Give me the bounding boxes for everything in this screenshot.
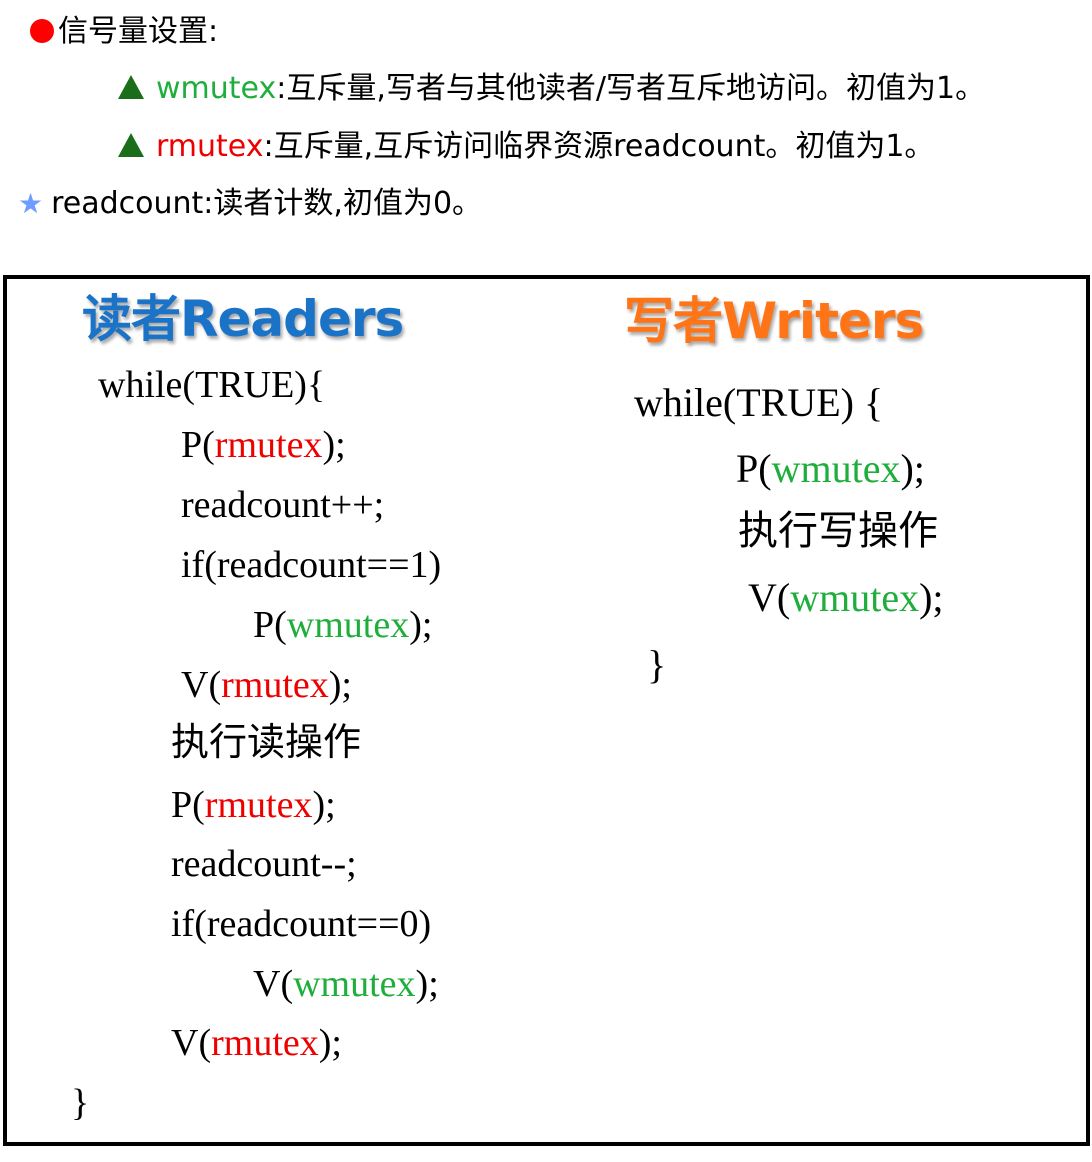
triangle-bullet-icon xyxy=(118,133,144,157)
readers-p-rmutex-2: P(rmutex); xyxy=(171,784,336,826)
readers-decrement: readcount--; xyxy=(171,843,357,885)
writers-close-brace: } xyxy=(647,642,667,687)
readers-if-first: if(readcount==1) xyxy=(181,544,442,586)
star-bullet-icon: ★ xyxy=(18,187,44,220)
readers-p-wmutex: P(wmutex); xyxy=(253,604,433,646)
readers-increment: readcount++; xyxy=(181,484,385,526)
readers-v-rmutex-1: V(rmutex); xyxy=(181,664,352,706)
writers-do-write: 执行写操作 xyxy=(738,508,938,553)
intro-title-line: 信号量设置: xyxy=(30,14,218,50)
readers-close-brace: } xyxy=(71,1082,90,1124)
writers-v-wmutex: V(wmutex); xyxy=(748,575,944,620)
readers-v-rmutex-2: V(rmutex); xyxy=(171,1022,342,1064)
triangle-bullet-icon xyxy=(118,75,144,99)
intro-title: 信号量设置: xyxy=(58,14,219,49)
readers-if-last: if(readcount==0) xyxy=(171,903,432,945)
writers-p-wmutex: P(wmutex); xyxy=(736,446,925,491)
wmutex-line: wmutex:互斥量,写者与其他读者/写者互斥地访问。初值为1。 xyxy=(118,71,985,107)
rmutex-line: rmutex:互斥量,互斥访问临界资源readcount。初值为1。 xyxy=(118,129,934,165)
readers-p-rmutex-1: P(rmutex); xyxy=(181,424,346,466)
rmutex-name: rmutex xyxy=(156,129,264,164)
readers-while: while(TRUE){ xyxy=(98,364,326,406)
readcount-desc: readcount:读者计数,初值为0。 xyxy=(51,186,483,221)
writers-heading: 写者Writers xyxy=(624,292,924,350)
rmutex-desc: :互斥量,互斥访问临界资源readcount。初值为1。 xyxy=(263,129,935,164)
red-bullet-icon xyxy=(30,19,54,43)
readcount-line: ★ readcount:读者计数,初值为0。 xyxy=(18,186,482,222)
code-box: 读者Readers 写者Writers while(TRUE){ P(rmute… xyxy=(3,275,1090,1146)
wmutex-name: wmutex xyxy=(156,71,277,106)
readers-heading: 读者Readers xyxy=(82,290,404,348)
wmutex-desc: :互斥量,写者与其他读者/写者互斥地访问。初值为1。 xyxy=(276,71,986,106)
readers-v-wmutex: V(wmutex); xyxy=(253,963,439,1005)
writers-while: while(TRUE) { xyxy=(634,380,884,425)
readers-do-read: 执行读操作 xyxy=(171,722,362,764)
